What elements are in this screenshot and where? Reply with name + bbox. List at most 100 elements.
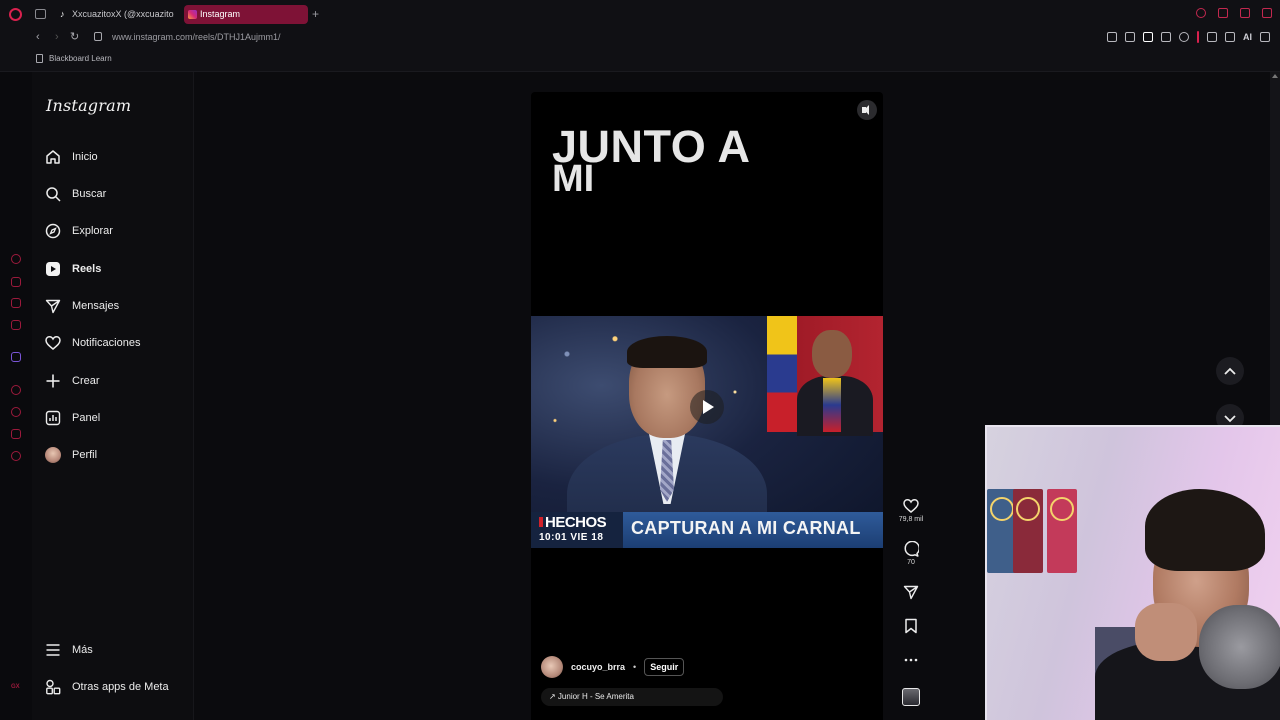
tab-instagram[interactable]: Instagram (184, 5, 308, 24)
avatar[interactable] (541, 656, 563, 678)
nav-item-otras-apps[interactable]: Otras apps de Meta (45, 676, 169, 698)
back-icon[interactable]: ‹ (36, 29, 40, 45)
player-icon[interactable] (1161, 32, 1171, 42)
toolbar-divider (1197, 31, 1199, 43)
nav-label: Más (72, 644, 93, 656)
twitch-icon[interactable] (11, 352, 21, 362)
nav-item-panel[interactable]: Panel (45, 407, 100, 429)
send-icon[interactable] (903, 584, 919, 600)
plus-icon (46, 374, 60, 388)
gx-label[interactable]: GX (11, 684, 20, 690)
nav-item-perfil[interactable]: Perfil (45, 444, 97, 466)
bookmark-icon (36, 54, 43, 63)
streamer-hair (1145, 489, 1265, 571)
player-icon[interactable] (11, 385, 21, 395)
nav-label: Perfil (72, 449, 98, 461)
bookmarks-icon[interactable] (11, 429, 21, 439)
audio-thumbnail[interactable] (896, 688, 926, 706)
news-brand: HECHOS (539, 514, 607, 531)
pin-icon[interactable] (1107, 32, 1117, 42)
play-icon[interactable] (690, 390, 724, 424)
news-headline: CAPTURAN A MI CARNAL (631, 518, 861, 538)
nav-item-explorar[interactable]: Explorar (45, 220, 113, 242)
more-action[interactable] (896, 652, 926, 668)
nav-label: Explorar (72, 225, 113, 237)
address-bar: ‹ › ↻ www.instagram.com/reels/DTHJ1Aujmm… (0, 29, 1280, 45)
tab-switcher-icon[interactable] (35, 9, 46, 19)
like-action[interactable]: 79,8 mil (896, 498, 926, 523)
nav-item-notificaciones[interactable]: Notificaciones (45, 332, 140, 354)
lock-icon (94, 32, 102, 41)
new-tab-button[interactable]: + (312, 8, 319, 20)
save-action[interactable] (896, 618, 926, 634)
browser-toolbar: AI (1107, 31, 1270, 43)
video-frame[interactable]: HECHOS 10:01 VIE 18 CAPTURAN A MI CARNAL (531, 316, 883, 548)
music-icon[interactable] (11, 320, 21, 330)
volume-icon[interactable] (857, 100, 877, 120)
maximize-icon[interactable] (1240, 8, 1250, 18)
share-action[interactable] (896, 584, 926, 600)
scroll-up-arrow-icon[interactable] (1272, 74, 1278, 78)
poster-art (1050, 497, 1074, 521)
tab-title: XxcuazitoxX (@xxcuazitox (72, 9, 174, 19)
poster-art (990, 497, 1014, 521)
close-icon[interactable] (1262, 8, 1272, 18)
browser-side-rail: GX (0, 72, 32, 720)
nav-item-crear[interactable]: Crear (45, 370, 100, 392)
compass-icon (45, 223, 61, 239)
nav-label: Notificaciones (72, 337, 141, 349)
nav-item-inicio[interactable]: Inicio (45, 146, 98, 168)
bookmarks-bar: Blackboard Learn (0, 45, 1280, 72)
anchor-hair (627, 336, 707, 368)
comment-action[interactable]: 70 (896, 541, 926, 566)
nav-item-mas[interactable]: Más (45, 639, 93, 661)
menu-icon[interactable] (1260, 32, 1270, 42)
presidential-sash (823, 378, 841, 432)
speed-dial-icon[interactable] (11, 254, 21, 264)
tab-tiktok[interactable]: ♪ XxcuazitoxX (@xxcuazitox (56, 5, 174, 24)
nav-item-mensajes[interactable]: Mensajes (45, 295, 119, 317)
instagram-icon (188, 10, 197, 19)
messenger-icon[interactable] (11, 298, 21, 308)
poster-art (1016, 497, 1040, 521)
ai-button[interactable]: AI (1243, 32, 1252, 42)
snapshot-icon[interactable] (1125, 32, 1135, 42)
search-icon[interactable] (1196, 8, 1206, 18)
reel-player[interactable]: JUNTO A MI HECHOS 10:01 VIE 18 CAPTURAN … (531, 92, 883, 720)
previous-reel-button[interactable] (1216, 357, 1244, 385)
microphone (1199, 605, 1280, 689)
bookmark-icon[interactable] (903, 618, 919, 634)
nav-item-buscar[interactable]: Buscar (45, 183, 106, 205)
search-icon (46, 187, 61, 202)
shield-icon[interactable] (1143, 32, 1153, 42)
apps-icon (46, 679, 61, 695)
send-icon (45, 299, 61, 314)
heart-icon[interactable] (903, 498, 919, 514)
screen: ♪ XxcuazitoxX (@xxcuazitox Instagram + ‹… (0, 0, 1280, 720)
minimize-icon[interactable] (1218, 8, 1228, 18)
browser-logo-icon[interactable] (9, 8, 22, 21)
more-icon[interactable] (903, 652, 919, 668)
heart-icon[interactable] (1179, 32, 1189, 42)
history-icon[interactable] (11, 407, 21, 417)
heart-icon (45, 336, 61, 350)
settings-icon[interactable] (11, 451, 21, 461)
audio-cover-icon[interactable] (902, 688, 920, 706)
account-icon[interactable] (1207, 32, 1217, 42)
bookmark-blackboard[interactable]: Blackboard Learn (49, 45, 112, 72)
instagram-logo[interactable]: Instagram (46, 96, 131, 115)
news-lower-third: HECHOS 10:01 VIE 18 CAPTURAN A MI CARNAL (531, 512, 883, 548)
extensions-icon[interactable] (11, 277, 21, 287)
reel-caption-overlay: JUNTO A MI (552, 124, 751, 198)
url-field[interactable]: www.instagram.com/reels/DTHJ1Aujmm1/ (112, 29, 281, 45)
nav-item-reels[interactable]: Reels (45, 258, 101, 280)
nav-label: Otras apps de Meta (72, 681, 169, 693)
download-icon[interactable] (1225, 32, 1235, 42)
comment-icon[interactable] (903, 541, 919, 557)
flag (767, 316, 797, 432)
author-username[interactable]: cocuyo_brra (571, 662, 625, 672)
follow-button[interactable]: Seguir (644, 658, 685, 676)
forward-icon[interactable]: › (55, 29, 59, 45)
reload-icon[interactable]: ↻ (70, 29, 79, 45)
audio-track[interactable]: ↗ Junior H - Se Amerita (541, 688, 723, 706)
